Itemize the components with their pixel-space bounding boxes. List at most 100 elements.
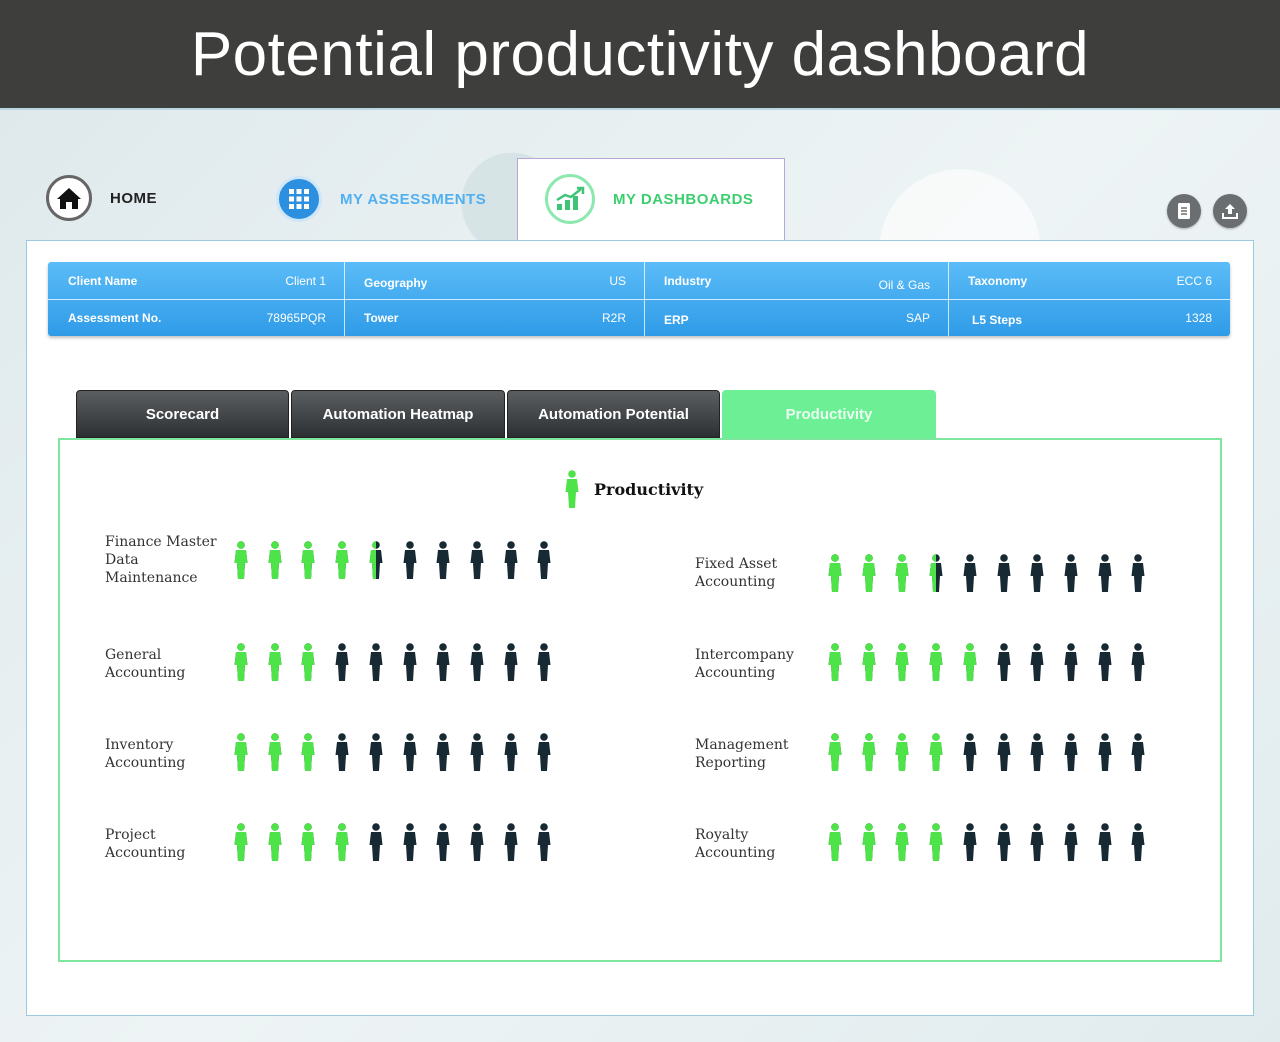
person-icon: [1030, 554, 1044, 592]
tab-productivity[interactable]: Productivity: [722, 390, 936, 438]
info-label: Taxonomy: [968, 274, 1028, 288]
person-icon: [301, 643, 315, 681]
person-icon: [234, 541, 248, 579]
person-icon: [335, 541, 349, 579]
person-icon: [403, 541, 416, 579]
person-icon: [895, 554, 909, 592]
nav-assessments[interactable]: MY ASSESSMENTS: [276, 176, 486, 222]
person-icon: [929, 823, 943, 861]
person-icon: [997, 823, 1010, 861]
person-icon: [268, 643, 282, 681]
nav-assessments-label: MY ASSESSMENTS: [340, 190, 487, 208]
info-label: ERP: [664, 313, 689, 327]
person-icon: [234, 823, 248, 861]
nav-dashboards[interactable]: MY DASHBOARDS: [545, 174, 753, 224]
person-icon: [1064, 823, 1078, 861]
person-icon: [436, 541, 450, 579]
person-icon: [436, 643, 450, 681]
person-icon: [963, 823, 977, 861]
info-label: Assessment No.: [68, 311, 162, 325]
info-geography: Geography US: [344, 262, 644, 299]
person-icon: [1131, 554, 1145, 592]
person-icon: [963, 554, 977, 592]
info-value: 1328: [1185, 311, 1212, 325]
person-icon: [369, 823, 383, 861]
person-icon: [895, 733, 909, 771]
person-icon: [369, 733, 383, 771]
person-icon: [1030, 733, 1044, 771]
person-icon: [470, 733, 484, 771]
tab-automation-potential[interactable]: Automation Potential: [507, 390, 720, 438]
person-icon: [504, 733, 518, 771]
pictogram-row: [827, 554, 1157, 594]
person-icon: [234, 643, 248, 681]
person-icon: [1131, 733, 1145, 771]
person-icon: [301, 733, 315, 771]
info-label: Client Name: [68, 274, 138, 288]
pictogram-row: [827, 733, 1157, 773]
person-icon: [335, 823, 349, 861]
person-icon: [1131, 823, 1145, 861]
person-icon: [828, 643, 842, 681]
tab-automation-heatmap[interactable]: Automation Heatmap: [291, 390, 505, 438]
person-icon: [504, 643, 518, 681]
person-icon: [1098, 733, 1112, 771]
chart-legend: Productivity: [564, 470, 703, 508]
person-icon: [565, 470, 579, 508]
grid-icon: [276, 176, 322, 222]
person-icon: [436, 733, 450, 771]
person-icon: [1030, 823, 1044, 861]
info-value: 78965PQR: [266, 311, 326, 325]
productivity-panel: [58, 438, 1222, 962]
person-icon: [929, 554, 943, 592]
person-icon: [470, 823, 484, 861]
person-icon: [828, 733, 842, 771]
pictogram-row: [827, 823, 1157, 863]
person-icon: [335, 643, 349, 681]
person-icon: [301, 823, 315, 861]
row-label: Fixed Asset Accounting: [695, 556, 778, 590]
person-icon: [537, 733, 551, 771]
person-icon: [470, 643, 484, 681]
person-icon: [268, 823, 282, 861]
person-icon: [403, 823, 416, 861]
person-icon: [537, 541, 551, 579]
person-icon: [335, 733, 349, 771]
person-icon: [1064, 733, 1078, 771]
chart-icon: [545, 174, 595, 224]
info-label: L5 Steps: [972, 313, 1023, 327]
document-icon: [1178, 203, 1190, 219]
row-label: General Accounting: [105, 647, 186, 681]
tab-scorecard[interactable]: Scorecard: [76, 390, 289, 438]
pictogram-row: [233, 643, 563, 683]
info-value: SAP: [905, 311, 930, 325]
person-icon: [895, 823, 909, 861]
info-tower: Tower R2R: [344, 299, 644, 336]
person-icon: [862, 823, 876, 861]
document-button[interactable]: [1167, 194, 1201, 228]
person-icon: [537, 823, 551, 861]
person-icon: [828, 554, 842, 592]
info-label: Tower: [364, 311, 399, 325]
legend-label: Productivity: [594, 479, 704, 499]
row-label: Project Accounting: [105, 827, 186, 861]
row-label: Intercompany Accounting: [695, 647, 794, 681]
nav-home[interactable]: HOME: [46, 175, 157, 221]
person-icon: [828, 823, 842, 861]
person-icon: [862, 554, 876, 592]
person-icon: [929, 643, 943, 681]
person-icon: [997, 554, 1010, 592]
person-icon: [470, 541, 484, 579]
person-icon: [369, 541, 383, 579]
row-label: Royalty Accounting: [695, 827, 776, 861]
upload-button[interactable]: [1213, 194, 1247, 228]
person-icon: [1131, 643, 1145, 681]
page-title: Potential productivity dashboard: [0, 0, 1280, 110]
row-label: Finance Master Data Maintenance: [105, 534, 217, 586]
person-icon: [997, 643, 1010, 681]
upload-icon: [1222, 204, 1238, 219]
row-label: Management Reporting: [695, 737, 789, 771]
info-assessment-no: Assessment No. 78965PQR: [48, 299, 344, 336]
person-icon: [537, 643, 551, 681]
person-icon: [1098, 554, 1112, 592]
